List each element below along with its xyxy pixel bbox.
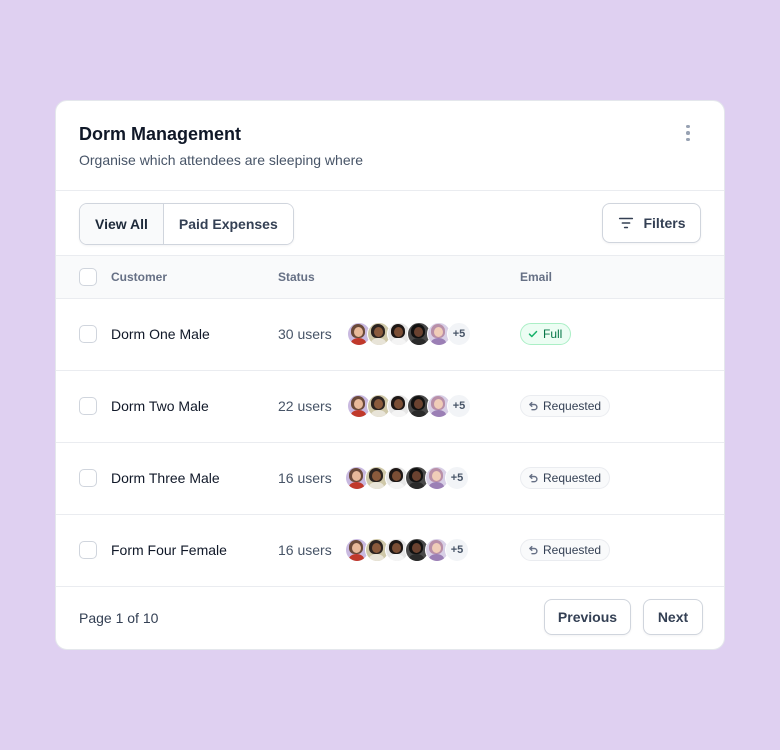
filters-label: Filters: [643, 215, 686, 231]
view-toggle-group: View All Paid Expenses: [79, 203, 294, 245]
status-badge: Requested: [520, 395, 611, 417]
badge-label: Requested: [543, 399, 602, 413]
dorm-name: Form Four Female: [111, 542, 227, 558]
dorm-management-card: Dorm Management Organise which attendees…: [55, 100, 725, 650]
row-checkbox[interactable]: [79, 469, 97, 487]
dorm-name: Dorm One Male: [111, 326, 210, 342]
more-avatars-count: +5: [445, 466, 469, 490]
column-header-status: Status: [278, 270, 315, 284]
row-checkbox[interactable]: [79, 397, 97, 415]
column-header-customer: Customer: [111, 270, 168, 284]
status-badge: Requested: [520, 539, 611, 561]
user-count: 16 users: [278, 542, 332, 558]
page-indicator: Page 1 of 10: [79, 610, 159, 626]
card-title: Dorm Management: [79, 124, 242, 144]
tab-view-all[interactable]: View All: [80, 204, 164, 244]
status-badge: Requested: [520, 467, 611, 489]
card-subtitle: Organise which attendees are sleeping wh…: [79, 152, 364, 168]
row-checkbox[interactable]: [79, 541, 97, 559]
avatar-group[interactable]: +5: [345, 466, 469, 490]
row-checkbox[interactable]: [79, 325, 97, 343]
previous-button[interactable]: Previous: [544, 599, 631, 635]
table-row[interactable]: Dorm Three Male 16 users +5 Requested: [56, 443, 724, 515]
more-avatars-count: +5: [447, 394, 471, 418]
filter-lines-icon: [619, 217, 634, 229]
undo-arrow-icon: [529, 545, 538, 555]
column-header-email: Email: [520, 270, 553, 284]
undo-arrow-icon: [529, 401, 538, 411]
toolbar: View All Paid Expenses Filters: [56, 191, 724, 255]
table-row[interactable]: Form Four Female 16 users +5 Requested: [56, 515, 724, 587]
badge-label: Full: [543, 327, 563, 341]
more-avatars-count: +5: [447, 322, 471, 346]
user-count: 22 users: [278, 398, 332, 414]
user-count: 16 users: [278, 470, 332, 486]
card-header: Dorm Management Organise which attendees…: [56, 101, 724, 191]
status-badge: Full: [520, 323, 572, 345]
avatar-group[interactable]: +5: [347, 322, 471, 346]
tab-paid-expenses[interactable]: Paid Expenses: [163, 204, 293, 244]
table-row[interactable]: Dorm Two Male 22 users +5 Requested: [56, 371, 724, 443]
pagination-footer: Page 1 of 10 Previous Next: [56, 587, 724, 649]
undo-arrow-icon: [529, 473, 538, 483]
more-avatars-count: +5: [445, 538, 469, 562]
badge-label: Requested: [543, 471, 602, 485]
more-options-icon[interactable]: [676, 121, 700, 145]
avatar-group[interactable]: +5: [347, 394, 471, 418]
user-count: 30 users: [278, 326, 332, 342]
avatar-group[interactable]: +5: [345, 538, 469, 562]
dorm-name: Dorm Two Male: [111, 398, 209, 414]
filters-button[interactable]: Filters: [602, 203, 701, 243]
next-button[interactable]: Next: [643, 599, 703, 635]
badge-label: Requested: [543, 543, 602, 557]
dorm-name: Dorm Three Male: [111, 470, 220, 486]
table-header: Customer Status Email: [56, 255, 724, 299]
check-icon: [528, 330, 538, 338]
table-row[interactable]: Dorm One Male 30 users +5 Full: [56, 299, 724, 371]
select-all-checkbox[interactable]: [79, 268, 97, 286]
